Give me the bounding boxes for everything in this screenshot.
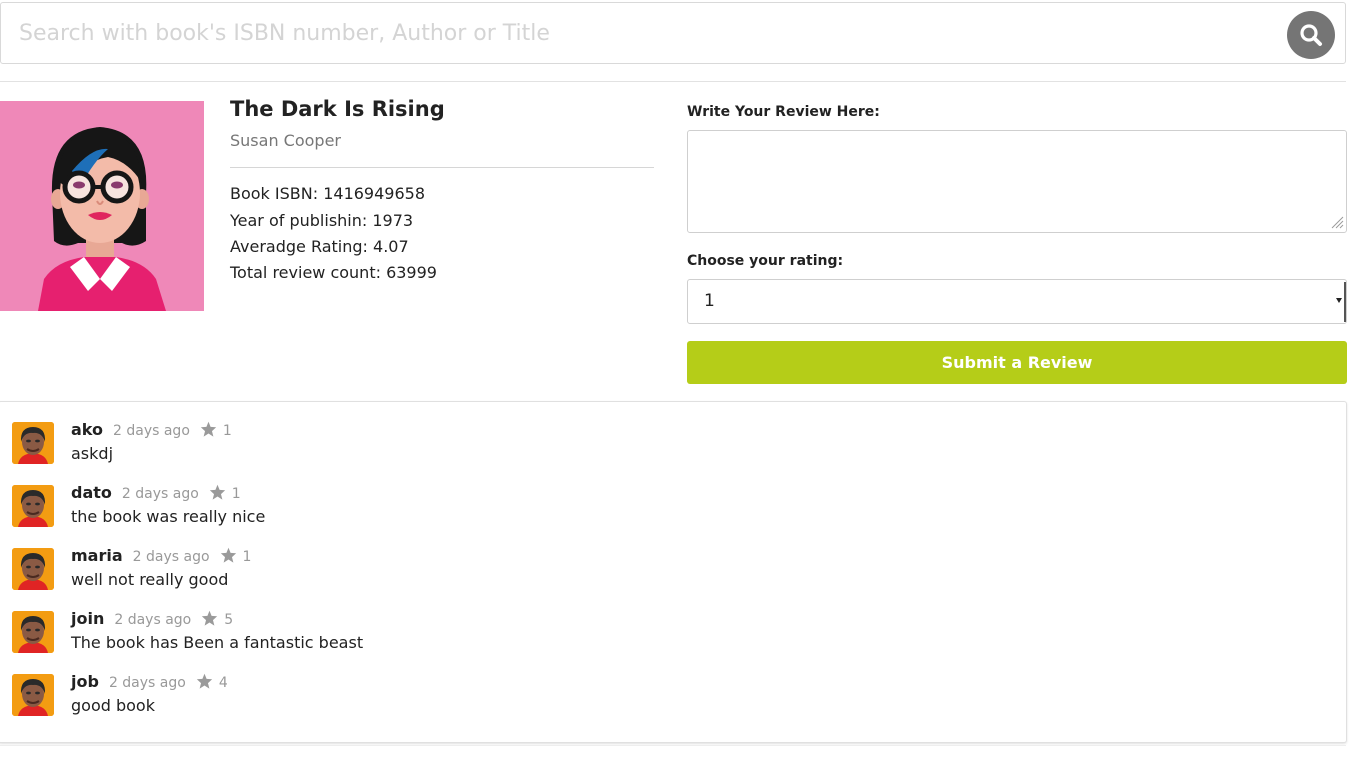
avatar-woman-glasses-icon [0, 101, 204, 311]
review-item: dato 2 days ago 1 the book was really nice [0, 483, 1340, 533]
book-isbn: Book ISBN: 1416949658 [230, 184, 425, 203]
book-year: Year of publishin: 1973 [230, 211, 414, 230]
review-rating: 4 [218, 675, 228, 691]
review-text: askdj [71, 444, 114, 463]
book-title: The Dark Is Rising [230, 97, 445, 121]
review-rating: 1 [222, 423, 232, 439]
footer-divider [0, 745, 1346, 746]
review-username[interactable]: maria [71, 546, 123, 565]
review-date: 2 days ago [121, 486, 199, 502]
user-avatar-icon [12, 674, 54, 716]
book-review-count: Total review count: 63999 [230, 263, 437, 282]
review-text: good book [71, 696, 155, 715]
review-header: job 2 days ago 4 [71, 672, 228, 691]
star-icon [196, 673, 212, 689]
review-rating: 5 [224, 612, 234, 628]
review-textarea-label: Write Your Review Here: [687, 104, 880, 120]
review-username[interactable]: join [71, 609, 104, 628]
review-text: The book has Been a fantastic beast [71, 633, 364, 652]
review-date: 2 days ago [132, 549, 210, 565]
search-bar [0, 2, 1346, 64]
review-username[interactable]: job [71, 672, 99, 691]
user-avatar-icon [12, 485, 54, 527]
review-date: 2 days ago [114, 612, 192, 628]
resize-grip-icon[interactable] [1330, 215, 1344, 229]
review-header: join 2 days ago 5 [71, 609, 233, 628]
submit-review-button[interactable]: Submit a Review [687, 341, 1347, 384]
header-divider [0, 81, 1346, 82]
rating-selected-value: 1 [704, 291, 715, 311]
review-textarea[interactable] [687, 130, 1347, 233]
select-edge [1344, 282, 1346, 322]
book-author: Susan Cooper [230, 131, 341, 150]
user-avatar-icon [12, 548, 54, 590]
info-divider [230, 167, 654, 168]
star-icon [209, 484, 225, 500]
review-rating: 1 [231, 486, 241, 502]
rating-select-label: Choose your rating: [687, 253, 844, 269]
search-input[interactable] [19, 3, 1269, 63]
star-icon [202, 610, 218, 626]
review-username[interactable]: ako [71, 420, 103, 439]
review-item: ako 2 days ago 1 askdj [0, 420, 1340, 470]
search-icon [1300, 24, 1322, 46]
review-date: 2 days ago [108, 675, 186, 691]
user-avatar-icon [12, 422, 54, 464]
book-average-rating: Averadge Rating: 4.07 [230, 237, 409, 256]
review-item: job 2 days ago 4 good book [0, 672, 1340, 722]
user-avatar-icon [12, 611, 54, 653]
review-rating: 1 [242, 549, 252, 565]
review-header: maria 2 days ago 1 [71, 546, 251, 565]
review-item: join 2 days ago 5 The book has Been a fant… [0, 609, 1340, 659]
star-icon [200, 421, 217, 437]
star-icon [220, 547, 236, 563]
book-cover [0, 101, 204, 311]
rating-select[interactable]: 1 [687, 279, 1347, 324]
review-item: maria 2 days ago 1 well not really good [0, 546, 1340, 596]
review-header: dato 2 days ago 1 [71, 483, 241, 502]
search-button[interactable] [1287, 11, 1335, 59]
review-date: 2 days ago [113, 423, 190, 439]
review-text: the book was really nice [71, 507, 266, 526]
review-username[interactable]: dato [71, 483, 112, 502]
chevron-down-icon [1336, 298, 1342, 303]
review-header: ako 2 days ago 1 [71, 420, 232, 439]
review-text: well not really good [71, 570, 229, 589]
